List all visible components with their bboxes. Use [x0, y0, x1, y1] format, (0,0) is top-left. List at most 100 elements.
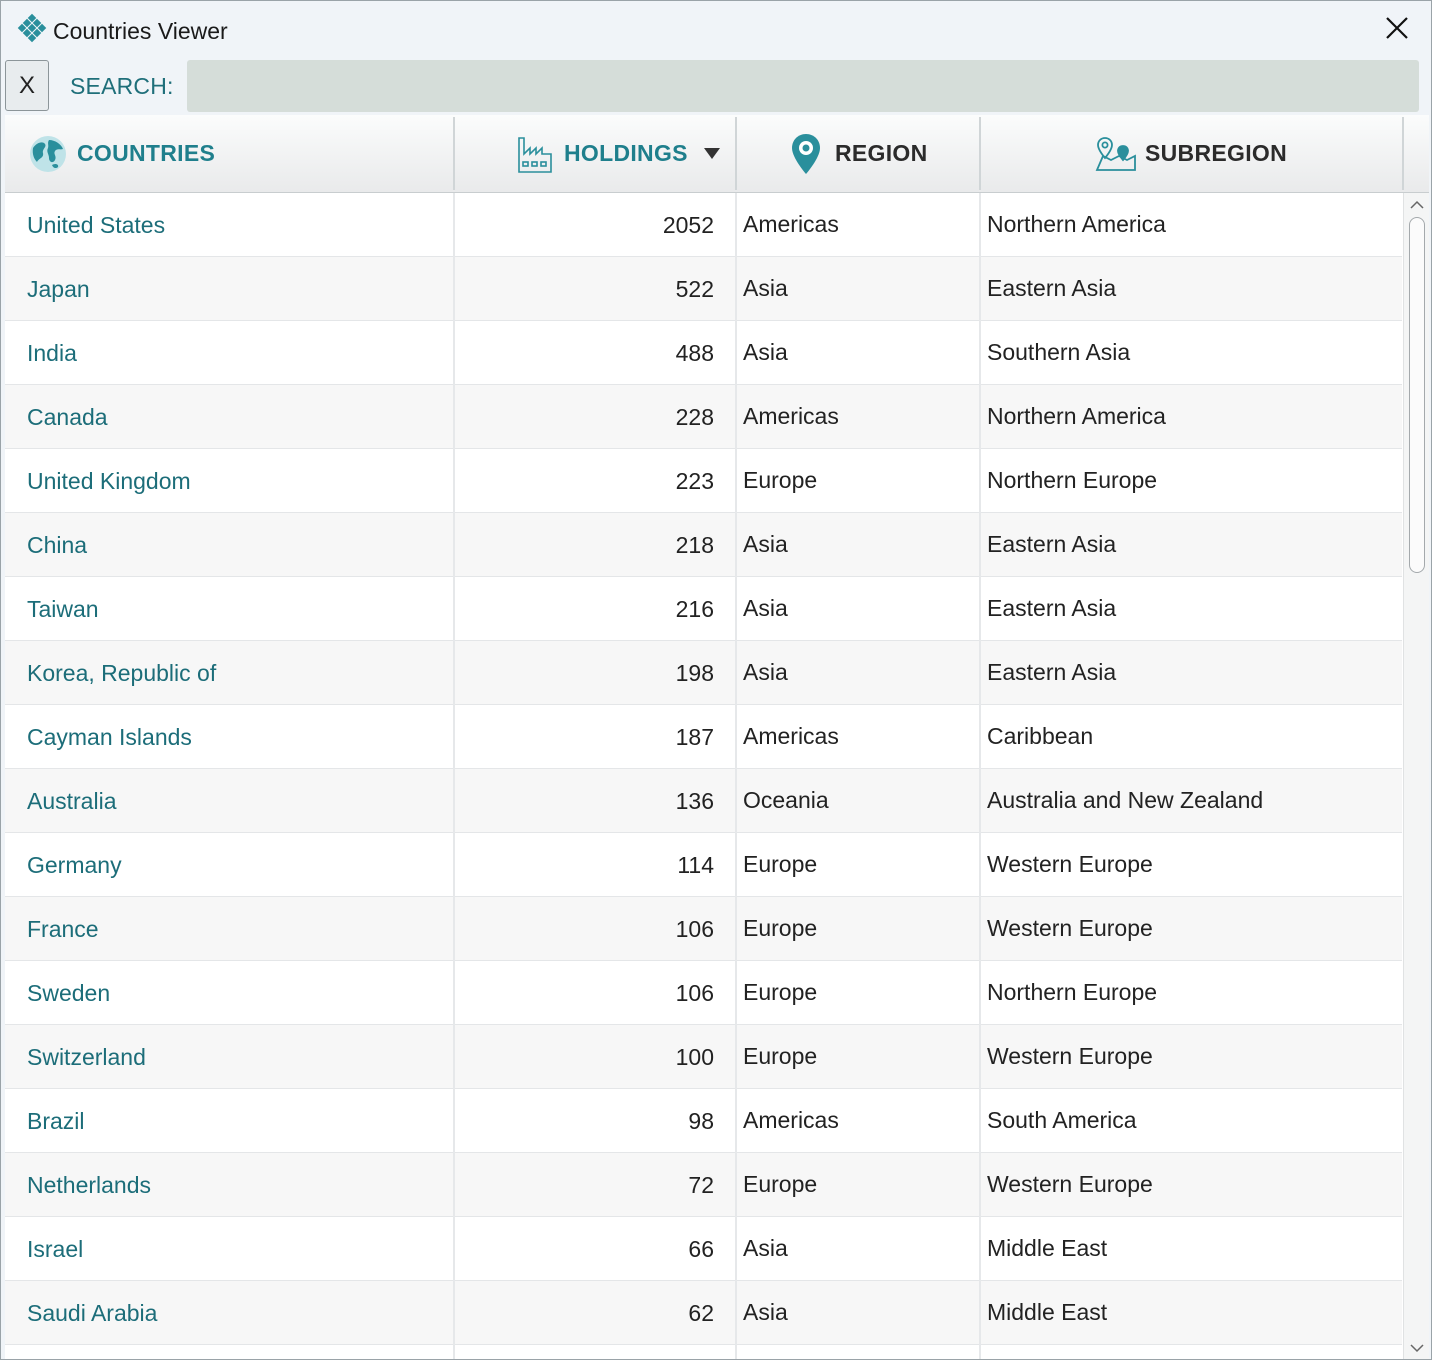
cell-holdings: 228 — [675, 403, 714, 430]
table-row[interactable]: Canada 228 Americas Northern America — [5, 385, 1402, 449]
column-divider — [1402, 117, 1404, 190]
table-row[interactable]: France 106 Europe Western Europe — [5, 897, 1402, 961]
cell-region: Europe — [743, 466, 818, 493]
scrollbar-thumb[interactable] — [1409, 217, 1425, 573]
countries-viewer-window: Countries Viewer X SEARCH: COUNTRIES HOL… — [0, 0, 1432, 1360]
cell-holdings: 100 — [675, 1043, 714, 1070]
cell-region: Asia — [743, 338, 788, 365]
map-pin-icon — [791, 133, 821, 175]
table-row[interactable]: Taiwan 216 Asia Eastern Asia — [5, 577, 1402, 641]
grid-header: COUNTRIES HOLDINGS REGION SUBREGION — [5, 115, 1429, 193]
cell-holdings: 136 — [675, 787, 714, 814]
cell-country[interactable]: Korea, Republic of — [5, 641, 453, 705]
table-row[interactable]: United States 2052 Americas Northern Americ… — [5, 193, 1402, 257]
column-header-countries[interactable]: COUNTRIES — [5, 115, 453, 192]
table-row[interactable]: Cayman Islands 187 Americas Caribbean — [5, 705, 1402, 769]
table-row[interactable]: Brazil 98 Americas South America — [5, 1089, 1402, 1153]
cell-subregion: Middle East — [987, 1298, 1108, 1325]
cell-subregion: South America — [987, 1106, 1137, 1133]
cell-holdings: 98 — [688, 1107, 714, 1134]
cell-holdings: 62 — [688, 1299, 714, 1326]
factory-icon — [516, 134, 554, 174]
cell-country[interactable]: China — [5, 513, 453, 577]
chevron-down-icon — [1410, 1343, 1424, 1353]
cell-subregion: Western Europe — [987, 914, 1153, 941]
cell-country[interactable]: Switzerland — [5, 1025, 453, 1089]
cell-subregion: Northern America — [987, 210, 1166, 237]
column-header-holdings[interactable]: HOLDINGS — [455, 115, 735, 192]
cell-subregion: Eastern Asia — [987, 274, 1117, 301]
cell-country[interactable]: Saudi Arabia — [5, 1281, 453, 1345]
cell-holdings: 187 — [675, 723, 714, 750]
table-row[interactable]: Sweden 106 Europe Northern Europe — [5, 961, 1402, 1025]
column-divider-line — [979, 193, 981, 1359]
cell-subregion: Eastern Asia — [987, 594, 1117, 621]
cell-country[interactable]: Japan — [5, 257, 453, 321]
cell-region: Americas — [743, 210, 839, 237]
table-row[interactable]: Japan 522 Asia Eastern Asia — [5, 257, 1402, 321]
table-row[interactable]: India 488 Asia Southern Asia — [5, 321, 1402, 385]
cell-country[interactable]: Australia — [5, 769, 453, 833]
cell-country[interactable]: United Kingdom — [5, 449, 453, 513]
cell-country[interactable]: Germany — [5, 833, 453, 897]
scroll-up-button[interactable] — [1404, 193, 1429, 215]
cell-holdings: 198 — [675, 659, 714, 686]
cell-holdings: 2052 — [662, 211, 714, 238]
clear-search-button[interactable]: X — [5, 60, 49, 111]
cell-holdings: 106 — [675, 979, 714, 1006]
table-row[interactable]: China 218 Asia Eastern Asia — [5, 513, 1402, 577]
cell-region: Asia — [743, 1234, 788, 1261]
cell-region: Asia — [743, 530, 788, 557]
vertical-scrollbar[interactable] — [1403, 193, 1429, 1359]
cell-holdings: 66 — [688, 1235, 714, 1262]
cell-country[interactable]: India — [5, 321, 453, 385]
table-row[interactable]: Switzerland 100 Europe Western Europe — [5, 1025, 1402, 1089]
scroll-down-button[interactable] — [1404, 1337, 1429, 1359]
column-header-region[interactable]: REGION — [737, 115, 979, 192]
cell-subregion: Eastern Asia — [987, 530, 1117, 557]
cell-country[interactable]: Canada — [5, 385, 453, 449]
column-label-countries: COUNTRIES — [77, 140, 216, 166]
column-label-holdings: HOLDINGS — [564, 140, 688, 166]
grid-body: United States 2052 Americas Northern Americ… — [5, 193, 1402, 1359]
table-row[interactable]: United Kingdom 223 Europe Northern Europe — [5, 449, 1402, 513]
cell-region: Europe — [743, 914, 818, 941]
close-icon — [1385, 16, 1409, 45]
cell-region: Americas — [743, 722, 839, 749]
cell-country[interactable]: Taiwan — [5, 577, 453, 641]
cell-holdings: 223 — [675, 467, 714, 494]
window-title: Countries Viewer — [53, 18, 228, 44]
column-label-region: REGION — [835, 140, 928, 166]
cell-country[interactable]: Israel — [5, 1217, 453, 1281]
cell-holdings: 216 — [675, 595, 714, 622]
cell-country[interactable]: France — [5, 897, 453, 961]
cell-country[interactable]: United States — [5, 193, 453, 257]
cell-subregion: Northern Europe — [987, 466, 1158, 493]
cell-country[interactable]: Brazil — [5, 1089, 453, 1153]
table-row[interactable]: Netherlands 72 Europe Western Europe — [5, 1153, 1402, 1217]
table-row[interactable]: Korea, Republic of 198 Asia Eastern Asia — [5, 641, 1402, 705]
cell-country[interactable]: Netherlands — [5, 1153, 453, 1217]
cell-country[interactable]: Sweden — [5, 961, 453, 1025]
close-button[interactable] — [1375, 11, 1419, 49]
cell-subregion: Western Europe — [987, 850, 1153, 877]
cell-subregion: Southern Asia — [987, 338, 1131, 365]
column-header-subregion[interactable]: SUBREGION — [981, 115, 1402, 192]
search-input[interactable] — [187, 60, 1419, 112]
table-row[interactable]: Germany 114 Europe Western Europe — [5, 833, 1402, 897]
cell-country[interactable]: Cayman Islands — [5, 705, 453, 769]
cell-subregion: Western Europe — [987, 1042, 1153, 1069]
cell-subregion: Australia and New Zealand — [987, 786, 1264, 813]
cell-region: Americas — [743, 1106, 839, 1133]
search-label: SEARCH: — [70, 73, 174, 99]
table-row[interactable]: Israel 66 Asia Middle East — [5, 1217, 1402, 1281]
cell-holdings: 114 — [677, 851, 714, 878]
cell-subregion: Middle East — [987, 1234, 1108, 1261]
table-row[interactable]: Australia 136 Oceania Australia and New Zea… — [5, 769, 1402, 833]
cell-holdings: 218 — [675, 531, 714, 558]
title-bar: Countries Viewer — [1, 1, 1431, 59]
cell-region: Europe — [743, 850, 818, 877]
cell-holdings: 106 — [675, 915, 714, 942]
table-row[interactable]: Saudi Arabia 62 Asia Middle East — [5, 1281, 1402, 1345]
cell-holdings: 488 — [675, 339, 714, 366]
